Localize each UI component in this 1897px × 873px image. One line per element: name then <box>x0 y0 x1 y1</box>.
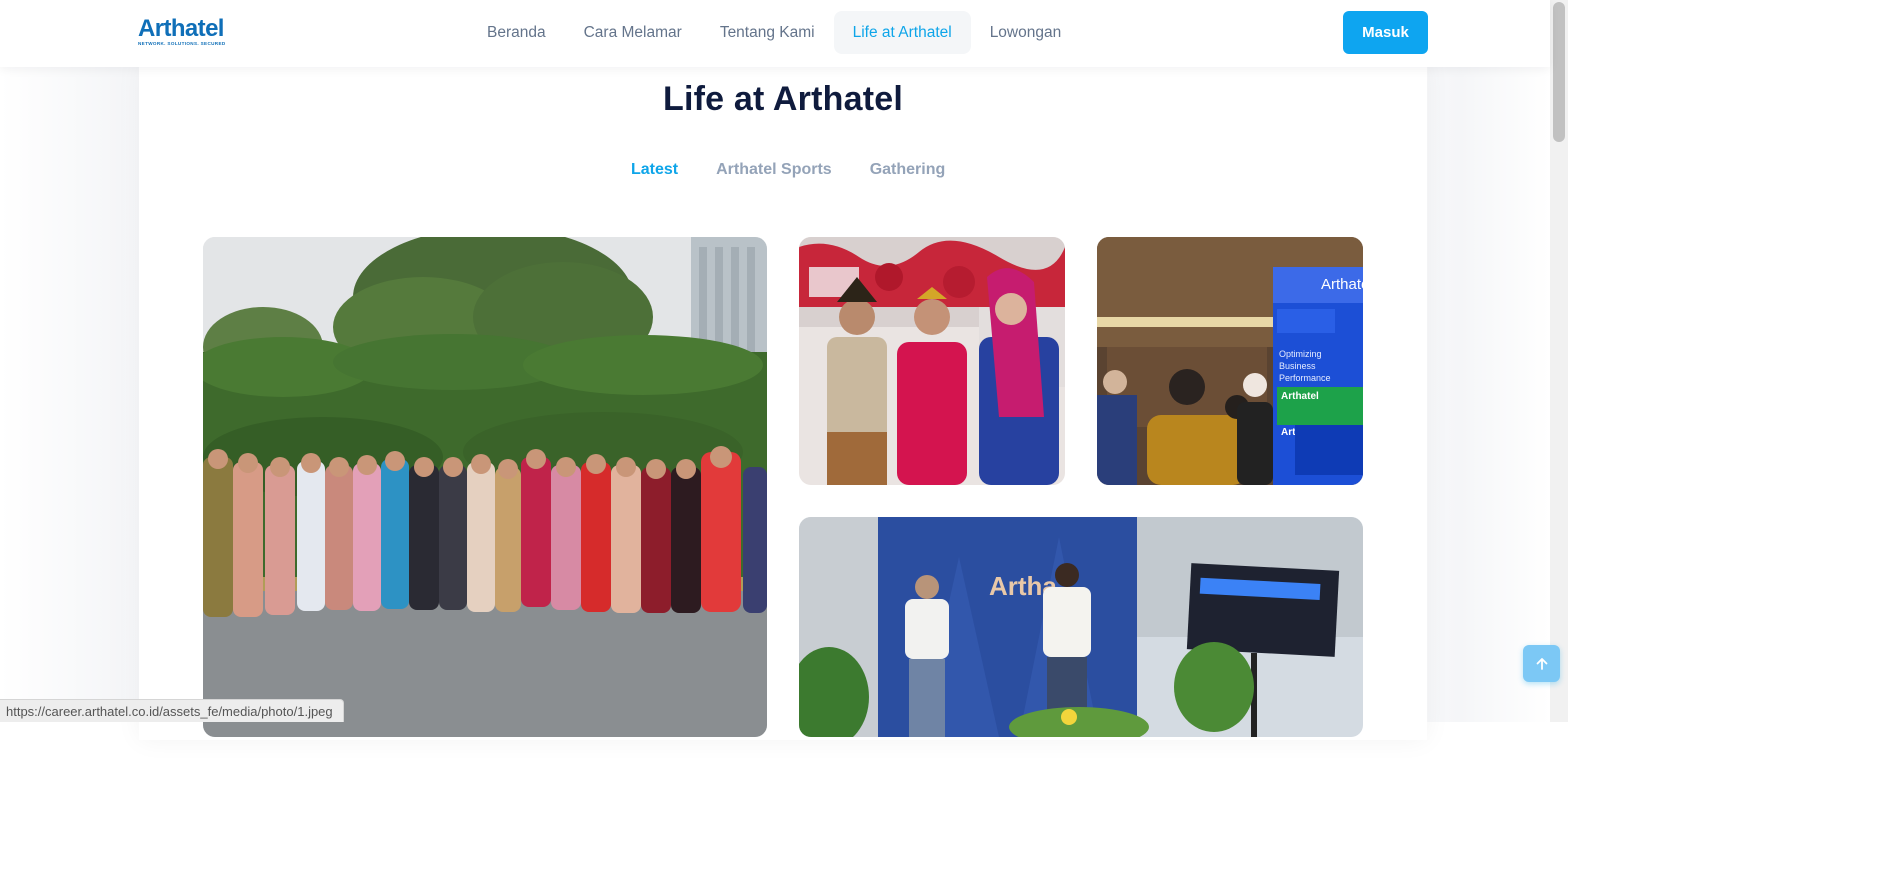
arthatel-logo[interactable]: Arthatel NETWORK. SOLUTIONS. SECURED <box>138 15 226 48</box>
gallery-photo-group[interactable] <box>203 237 767 737</box>
booth-line-1: Optimizing <box>1279 349 1322 359</box>
gallery-photo-stage[interactable]: Artha <box>799 517 1363 737</box>
back-to-top-button[interactable] <box>1523 645 1560 682</box>
gallery-photo-costume[interactable] <box>799 237 1065 485</box>
booth-line-3: Performance <box>1279 373 1331 383</box>
tab-latest[interactable]: Latest <box>612 158 697 182</box>
booth-line-2: Business <box>1279 361 1316 371</box>
costume-photo-image <box>799 237 1065 485</box>
gallery-photo-booth[interactable]: Arthatel Optimizing Business Performance… <box>1097 237 1363 485</box>
main-nav: Beranda Cara Melamar Tentang Kami Life a… <box>468 11 1080 54</box>
group-photo-image <box>203 237 767 737</box>
logo-tagline: NETWORK. SOLUTIONS. SECURED <box>138 41 226 46</box>
nav-item-lowongan[interactable]: Lowongan <box>971 11 1081 54</box>
site-header: Arthatel NETWORK. SOLUTIONS. SECURED Ber… <box>0 0 1550 67</box>
arrow-up-icon <box>1536 657 1547 670</box>
tab-arthatel-sports[interactable]: Arthatel Sports <box>697 158 851 182</box>
nav-item-beranda[interactable]: Beranda <box>468 11 565 54</box>
booth-badge-text: Arthatel <box>1281 391 1319 402</box>
nav-item-tentang-kami[interactable]: Tentang Kami <box>701 11 834 54</box>
status-bar-url: https://career.arthatel.co.id/assets_fe/… <box>0 699 344 722</box>
login-button[interactable]: Masuk <box>1343 11 1428 54</box>
stage-photo-image: Artha <box>799 517 1363 737</box>
nav-item-cara-melamar[interactable]: Cara Melamar <box>565 11 701 54</box>
booth-photo-image: Arthatel Optimizing Business Performance… <box>1097 237 1363 485</box>
gallery-tabs: Latest Arthatel Sports Gathering <box>612 158 964 182</box>
booth-brand-text: Arthatel <box>1321 276 1363 293</box>
nav-item-life-at-arthatel[interactable]: Life at Arthatel <box>833 11 971 54</box>
logo-wordmark: Arthatel <box>138 15 224 42</box>
tab-gathering[interactable]: Gathering <box>851 158 965 182</box>
page-title: Life at Arthatel <box>663 80 903 118</box>
scrollbar-thumb[interactable] <box>1553 2 1565 142</box>
